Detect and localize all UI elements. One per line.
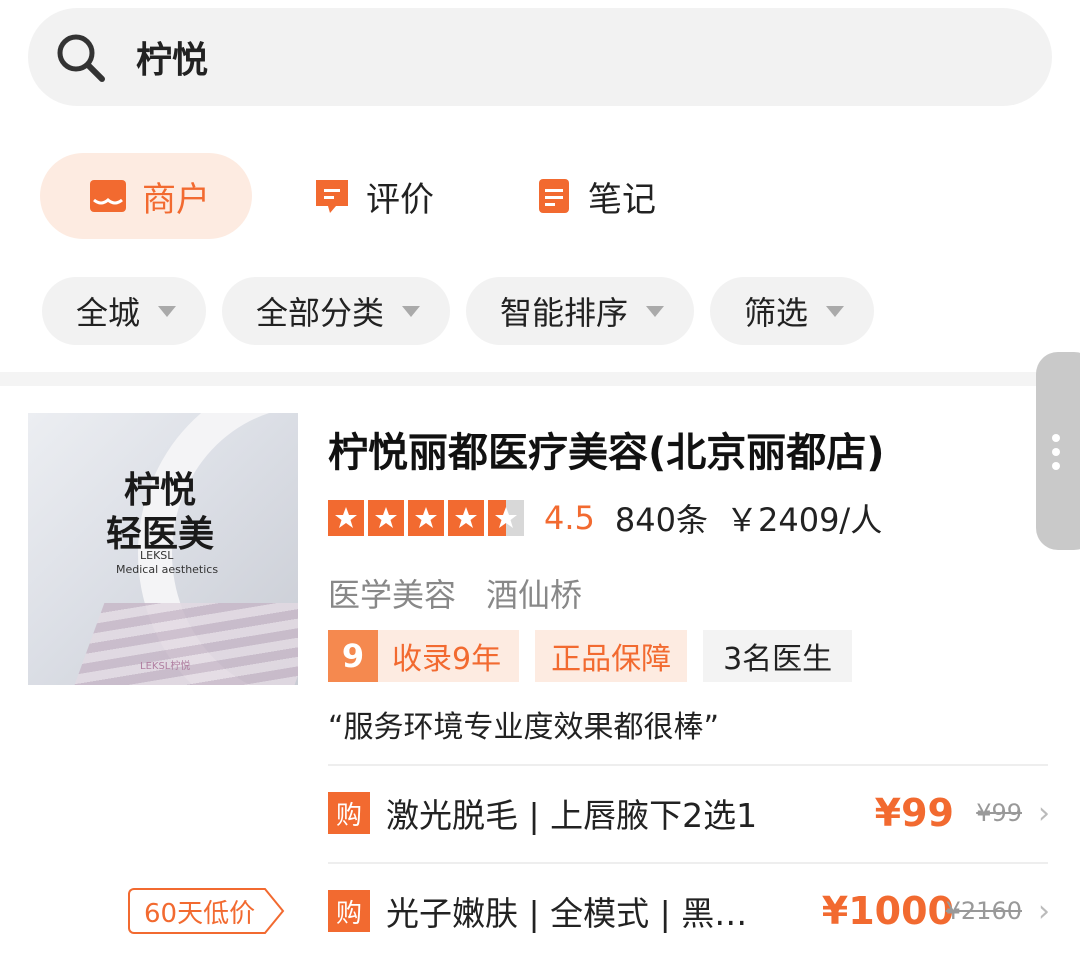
review-quote: “服务环境专业度效果都很棒” bbox=[328, 710, 720, 745]
low-price-tag-label: 60天低价 bbox=[128, 888, 264, 934]
shop-area: 酒仙桥 bbox=[486, 576, 583, 614]
more-dots-icon bbox=[1052, 434, 1060, 442]
caret-down-icon bbox=[646, 305, 665, 317]
thumbnail-en-1: LEKSL bbox=[140, 549, 174, 562]
rating-row: 4.5 840条 ￥2409/人 bbox=[328, 497, 882, 539]
caret-down-icon bbox=[826, 305, 845, 317]
more-dot bbox=[1052, 448, 1060, 456]
buy-icon: 购 bbox=[328, 792, 370, 834]
tab-shops[interactable]: 商户 bbox=[40, 153, 252, 239]
deal-price: ¥99 bbox=[874, 791, 954, 835]
search-input[interactable]: 柠悦 bbox=[136, 31, 208, 83]
star-icon bbox=[328, 500, 364, 536]
caret-down-icon bbox=[402, 305, 421, 317]
filter-category[interactable]: 全部分类 bbox=[222, 277, 451, 345]
more-dot bbox=[1052, 462, 1060, 470]
thumbnail-en-2: Medical aesthetics bbox=[116, 563, 219, 576]
deal-divider bbox=[328, 862, 1048, 864]
shop-name[interactable]: 柠悦丽都医疗美容(北京丽都店) bbox=[328, 420, 885, 478]
note-icon bbox=[539, 179, 569, 213]
thumbnail-stairs bbox=[71, 603, 298, 685]
category-row: 医学美容 酒仙桥 bbox=[328, 570, 582, 616]
chevron-right-icon: › bbox=[1038, 795, 1050, 831]
star-rating bbox=[328, 500, 528, 536]
filter-label: 筛选 bbox=[744, 294, 809, 332]
shop-thumbnail[interactable]: 柠悦 轻医美 LEKSL Medical aesthetics LEKSL柠悦 bbox=[28, 413, 298, 685]
deal-original-price: ¥2160 bbox=[945, 897, 1022, 925]
low-price-tag: 60天低价 bbox=[128, 888, 285, 934]
search-bar[interactable]: 柠悦 bbox=[28, 8, 1052, 106]
deal-item[interactable]: 购 光子嫩肤 | 全模式 | 黑… ¥1000 ¥2160 › bbox=[328, 881, 1050, 941]
deal-price: ¥1000 bbox=[821, 889, 954, 933]
chevron-right-icon: › bbox=[1038, 893, 1050, 929]
star-icon bbox=[408, 500, 444, 536]
star-icon bbox=[448, 500, 484, 536]
tab-label: 评价 bbox=[366, 179, 434, 220]
shop-icon bbox=[90, 180, 126, 212]
badge-genuine: 正品保障 bbox=[535, 630, 688, 682]
tab-reviews[interactable]: 评价 bbox=[312, 153, 434, 239]
badge-years-label: 收录9年 bbox=[392, 642, 502, 677]
tab-label: 笔记 bbox=[588, 179, 656, 220]
badge-doctors[interactable]: 3名医生 bbox=[703, 630, 853, 682]
star-icon bbox=[368, 500, 404, 536]
caret-down-icon bbox=[158, 305, 177, 317]
filter-city[interactable]: 全城 bbox=[42, 277, 207, 345]
result-tabs: 商户 评价 笔记 bbox=[40, 153, 656, 239]
search-icon bbox=[57, 34, 105, 82]
half-star-icon bbox=[488, 500, 524, 536]
filter-bar: 全城 全部分类 智能排序 筛选 bbox=[42, 277, 890, 345]
review-count: 840条 bbox=[614, 501, 708, 539]
tag-arrow-icon bbox=[263, 888, 285, 934]
years-icon: 9 bbox=[328, 630, 378, 682]
filter-label: 全城 bbox=[76, 294, 141, 332]
deal-title: 光子嫩肤 | 全模式 | 黑… bbox=[386, 894, 748, 933]
filter-label: 全部分类 bbox=[256, 294, 385, 332]
section-divider bbox=[0, 372, 1080, 386]
review-icon bbox=[316, 180, 348, 213]
side-more-handle[interactable] bbox=[1036, 352, 1080, 550]
badge-years: 9 收录9年 bbox=[328, 630, 520, 682]
deal-title: 激光脱毛 | 上唇腋下2选1 bbox=[386, 796, 758, 835]
tab-label: 商户 bbox=[142, 179, 210, 220]
buy-icon: 购 bbox=[328, 890, 370, 932]
tab-notes[interactable]: 笔记 bbox=[534, 153, 656, 239]
deal-divider bbox=[328, 764, 1048, 766]
filter-sort[interactable]: 智能排序 bbox=[466, 277, 695, 345]
rating-score: 4.5 bbox=[544, 499, 595, 537]
shop-category: 医学美容 bbox=[328, 576, 457, 614]
thumbnail-footer: LEKSL柠悦 bbox=[140, 661, 191, 672]
deal-item[interactable]: 购 激光脱毛 | 上唇腋下2选1 ¥99 ¥99 › bbox=[328, 783, 1050, 843]
filter-label: 智能排序 bbox=[500, 294, 629, 332]
deal-original-price: ¥99 bbox=[976, 799, 1022, 827]
average-price: ￥2409/人 bbox=[725, 501, 883, 539]
badge-row: 9 收录9年 正品保障 3名医生 bbox=[328, 630, 868, 682]
filter-more[interactable]: 筛选 bbox=[710, 277, 875, 345]
